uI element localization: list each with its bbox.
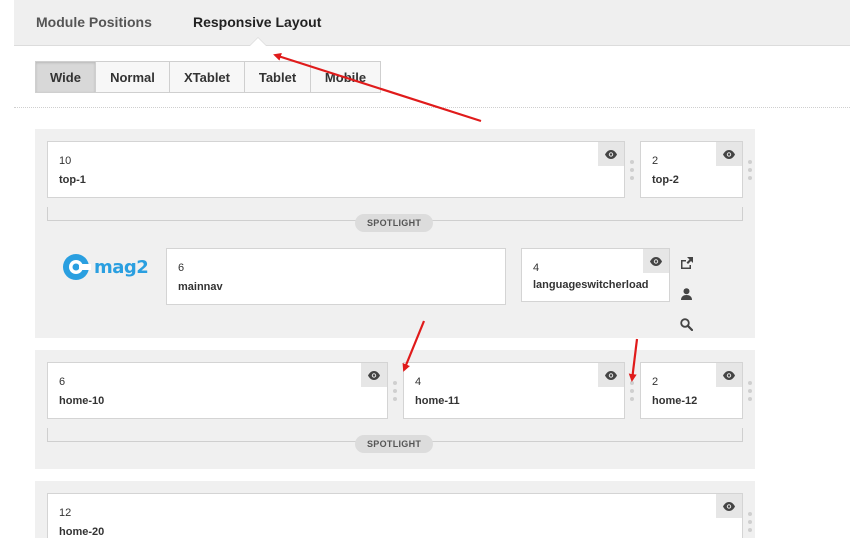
share-icon[interactable] — [678, 255, 694, 271]
module-size: 4 — [533, 262, 540, 274]
device-wide-button[interactable]: Wide — [35, 61, 96, 93]
module-home-20[interactable]: 12 home-20 — [47, 493, 743, 538]
eye-icon[interactable] — [716, 494, 742, 518]
eye-icon[interactable] — [598, 142, 624, 166]
module-name: home-12 — [652, 395, 698, 407]
tab-module-positions[interactable]: Module Positions — [36, 14, 152, 30]
eye-icon[interactable] — [716, 142, 742, 166]
search-icon[interactable] — [678, 316, 694, 332]
device-mobile-button[interactable]: Mobile — [310, 61, 381, 93]
resize-handle[interactable] — [748, 512, 752, 532]
resize-handle[interactable] — [630, 381, 634, 401]
user-icon[interactable] — [678, 286, 694, 302]
active-tab-caret — [250, 38, 266, 46]
module-home-11[interactable]: 4 home-11 — [403, 362, 625, 419]
eye-icon[interactable] — [643, 249, 669, 273]
module-name: home-20 — [59, 526, 105, 538]
module-languageswitcherload[interactable]: 4 languageswitcherload — [521, 248, 670, 302]
device-normal-button[interactable]: Normal — [95, 61, 170, 93]
module-name: home-10 — [59, 395, 105, 407]
resize-handle[interactable] — [748, 160, 752, 180]
tab-responsive-layout[interactable]: Responsive Layout — [193, 14, 321, 30]
module-name: languageswitcherload — [533, 279, 649, 291]
eye-icon[interactable] — [361, 363, 387, 387]
device-tablet-button[interactable]: Tablet — [244, 61, 311, 93]
device-switcher: Wide Normal XTablet Tablet Mobile — [35, 61, 381, 93]
responsive-layout-screen: Module Positions Responsive Layout Wide … — [0, 0, 850, 538]
module-size: 6 — [59, 376, 66, 388]
module-size: 6 — [178, 262, 185, 274]
site-logo: mag2 — [61, 252, 149, 282]
resize-handle[interactable] — [748, 381, 752, 401]
module-size: 4 — [415, 376, 422, 388]
resize-handle[interactable] — [630, 160, 634, 180]
spotlight-badge[interactable]: SPOTLIGHT — [355, 214, 434, 232]
dotted-separator — [14, 107, 850, 108]
module-name: mainnav — [178, 281, 223, 293]
module-name: top-2 — [652, 174, 679, 186]
module-mainnav[interactable]: 6 mainnav — [166, 248, 506, 305]
eye-icon[interactable] — [716, 363, 742, 387]
module-name: top-1 — [59, 174, 86, 186]
module-top-2[interactable]: 2 top-2 — [640, 141, 743, 198]
eye-icon[interactable] — [598, 363, 624, 387]
module-home-10[interactable]: 6 home-10 — [47, 362, 388, 419]
module-size: 10 — [59, 155, 72, 167]
module-size: 2 — [652, 376, 659, 388]
module-size: 12 — [59, 507, 72, 519]
module-name: home-11 — [415, 395, 460, 407]
logo-text: mag2 — [94, 256, 149, 278]
module-home-12[interactable]: 2 home-12 — [640, 362, 743, 419]
resize-handle[interactable] — [393, 381, 397, 401]
logo-mark-icon — [63, 254, 91, 280]
spotlight-badge[interactable]: SPOTLIGHT — [355, 435, 434, 453]
device-xtablet-button[interactable]: XTablet — [169, 61, 245, 93]
module-top-1[interactable]: 10 top-1 — [47, 141, 625, 198]
module-size: 2 — [652, 155, 659, 167]
